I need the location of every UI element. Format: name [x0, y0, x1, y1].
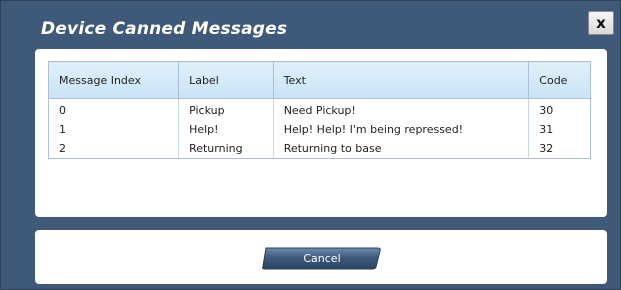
table-header-row: Message Index Label Text Code — [48, 61, 591, 99]
cell-text: Help! Help! I'm being repressed! — [273, 120, 530, 139]
cell-code: 31 — [528, 120, 591, 139]
messages-panel: Message Index Label Text Code 0 Pickup N… — [35, 49, 607, 217]
cell-label: Pickup — [178, 98, 274, 120]
close-button[interactable]: x — [588, 11, 614, 35]
cell-code: 30 — [528, 98, 591, 120]
cell-message-index: 0 — [48, 98, 180, 120]
cell-code: 32 — [528, 139, 591, 159]
cell-label: Returning — [178, 139, 274, 159]
dialog-footer: Cancel — [35, 230, 607, 284]
messages-table: Message Index Label Text Code 0 Pickup N… — [48, 61, 591, 159]
column-header-message-index[interactable]: Message Index — [48, 61, 180, 99]
dialog-title: Device Canned Messages — [41, 19, 288, 39]
cell-message-index: 1 — [48, 120, 180, 139]
table-row[interactable]: 2 Returning Returning to base 32 — [48, 139, 591, 159]
table-row[interactable]: 1 Help! Help! Help! I'm being repressed!… — [48, 120, 591, 139]
table-row[interactable]: 0 Pickup Need Pickup! 30 — [48, 98, 591, 120]
column-header-text[interactable]: Text — [273, 61, 530, 99]
close-icon: x — [596, 14, 606, 32]
cell-text: Returning to base — [273, 139, 530, 159]
cancel-button-label: Cancel — [303, 252, 341, 265]
cell-message-index: 2 — [48, 139, 180, 159]
cancel-button[interactable]: Cancel — [262, 247, 382, 270]
cell-text: Need Pickup! — [273, 98, 530, 120]
canned-messages-dialog: Device Canned Messages x Message Index L… — [0, 0, 621, 290]
column-header-label[interactable]: Label — [178, 61, 274, 99]
cell-label: Help! — [178, 120, 274, 139]
column-header-code[interactable]: Code — [528, 61, 591, 99]
